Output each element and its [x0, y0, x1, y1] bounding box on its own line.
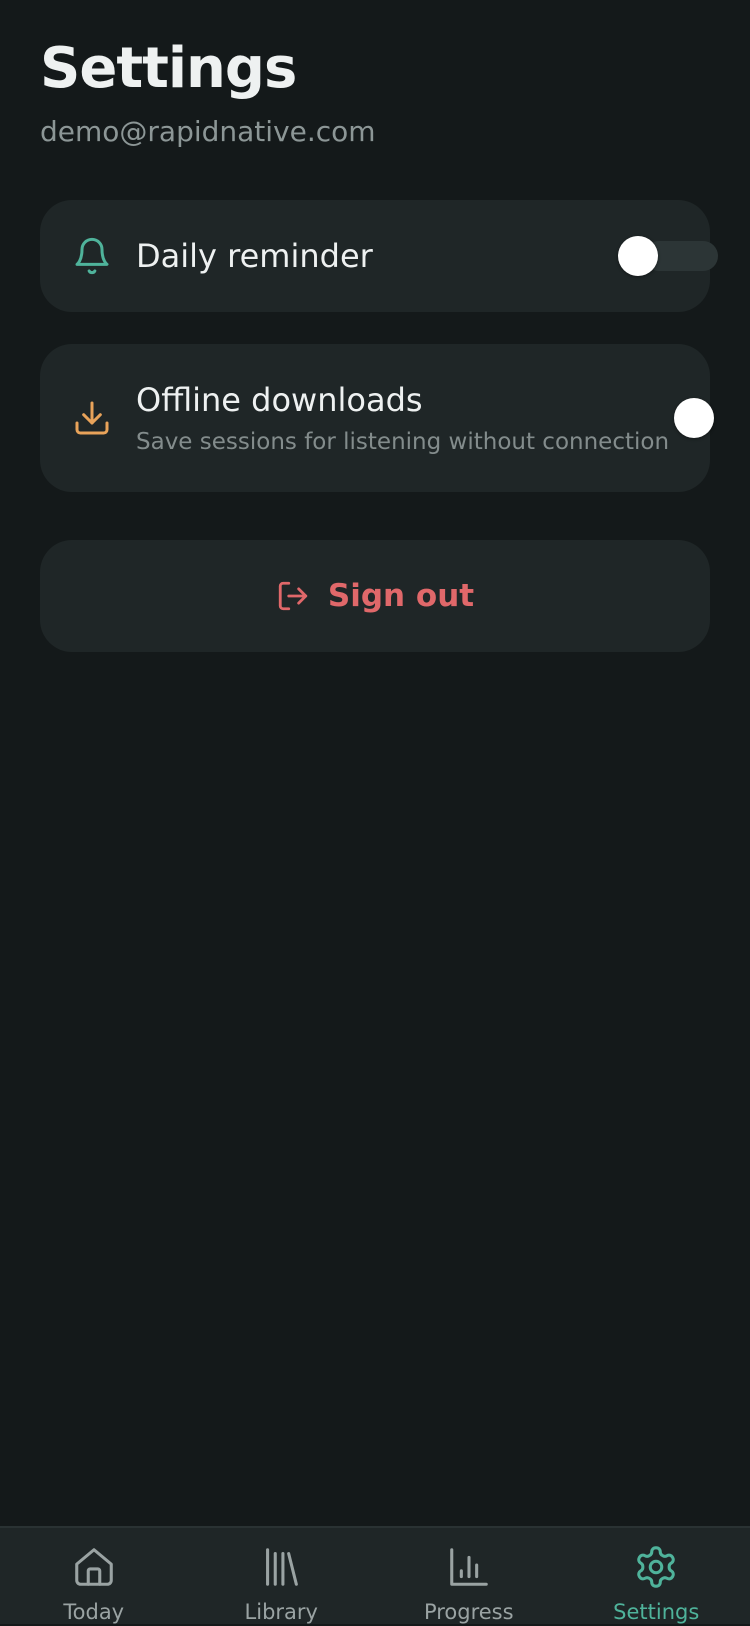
bottom-tab-bar: Today Library Progress: [0, 1526, 750, 1624]
tab-settings-label: Settings: [613, 1598, 699, 1626]
toggle-knob[interactable]: [618, 236, 658, 276]
log-out-icon: [276, 579, 310, 613]
page-title: Settings: [40, 30, 296, 108]
tab-library-label: Library: [245, 1598, 318, 1626]
offline-downloads-label: Offline downloads: [136, 378, 423, 422]
bell-icon: [72, 236, 112, 276]
tab-today[interactable]: Today: [0, 1528, 188, 1624]
tab-settings[interactable]: Settings: [563, 1528, 750, 1624]
tab-progress-label: Progress: [424, 1598, 514, 1626]
home-icon: [71, 1544, 117, 1590]
gear-icon: [633, 1544, 679, 1590]
sign-out-label: Sign out: [328, 574, 474, 618]
offline-downloads-row[interactable]: Offline downloads Save sessions for list…: [40, 344, 710, 492]
daily-reminder-label: Daily reminder: [136, 234, 373, 278]
offline-downloads-description: Save sessions for listening without conn…: [136, 426, 669, 458]
tab-today-label: Today: [63, 1598, 124, 1626]
bar-chart-icon: [446, 1544, 492, 1590]
tab-library[interactable]: Library: [188, 1528, 376, 1624]
download-icon: [72, 398, 112, 438]
sign-out-button[interactable]: Sign out: [40, 540, 710, 652]
library-icon: [258, 1544, 304, 1590]
account-email: demo@rapidnative.com: [40, 112, 376, 152]
daily-reminder-row[interactable]: Daily reminder: [40, 200, 710, 312]
tab-progress[interactable]: Progress: [375, 1528, 563, 1624]
offline-downloads-toggle[interactable]: [674, 398, 714, 438]
